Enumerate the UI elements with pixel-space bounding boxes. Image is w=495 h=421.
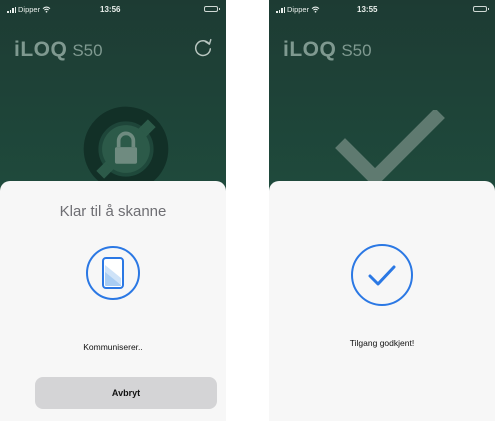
wifi-icon: [42, 6, 51, 13]
status-left: Dipper: [276, 5, 320, 14]
sheet-title: Klar til å skanne: [59, 203, 167, 220]
checkmark-icon: [335, 110, 445, 188]
wifi-icon: [311, 6, 320, 13]
brand-header: iLOQ S50: [14, 38, 103, 62]
brand-logo: iLOQ: [283, 38, 337, 61]
cancel-button[interactable]: Avbryt: [35, 377, 217, 409]
sheet-status: Kommuniserer..: [83, 342, 143, 352]
signal-icon: [276, 6, 285, 13]
success-check-icon: [351, 244, 413, 306]
brand-model: S50: [341, 41, 372, 60]
brand-model: S50: [72, 41, 103, 60]
status-bar: Dipper 13:56: [0, 3, 226, 17]
battery-icon: [473, 6, 489, 12]
left-phone-screen: Dipper 13:56 iLOQ S50 Klar til å skanne: [0, 0, 226, 421]
result-sheet: Tilgang godkjent!: [269, 181, 495, 421]
brand-logo: iLOQ: [14, 38, 68, 61]
status-time: 13:56: [100, 5, 121, 14]
right-phone-screen: Dipper 13:55 iLOQ S50 Tilgang godkjent!: [269, 0, 495, 421]
carrier-label: Dipper: [18, 5, 41, 14]
scan-sheet: Klar til å skanne Kommuniserer.. Avbryt: [0, 181, 226, 421]
status-bar: Dipper 13:55: [269, 3, 495, 17]
status-time: 13:55: [357, 5, 378, 14]
sheet-status: Tilgang godkjent!: [349, 338, 415, 348]
battery-icon: [204, 6, 220, 12]
phone-scan-icon: [86, 246, 140, 300]
refresh-icon[interactable]: [192, 36, 214, 58]
brand-header: iLOQ S50: [283, 38, 372, 62]
status-left: Dipper: [7, 5, 51, 14]
carrier-label: Dipper: [287, 5, 310, 14]
signal-icon: [7, 6, 16, 13]
